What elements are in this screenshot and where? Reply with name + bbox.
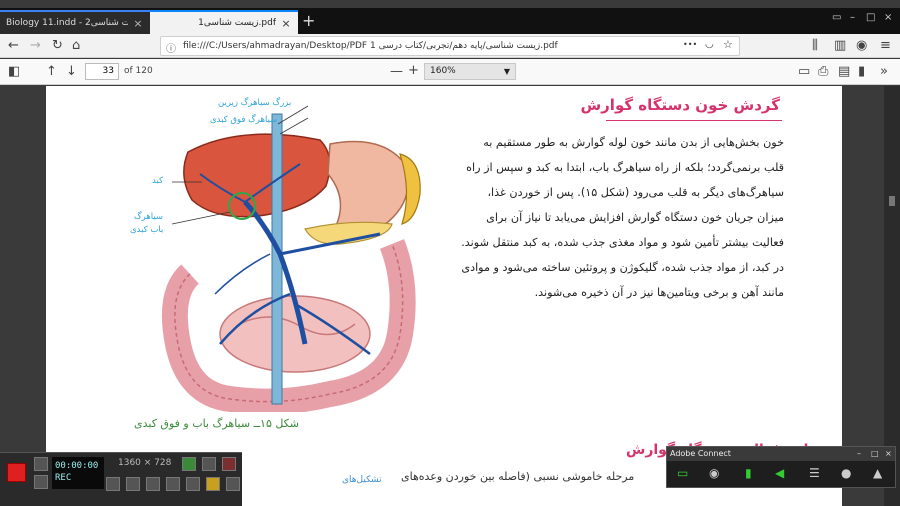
sidebar-icon[interactable]: ▥ bbox=[834, 38, 846, 53]
window-maximize-icon[interactable]: □ bbox=[866, 12, 875, 23]
page-actions-icon[interactable]: ••• bbox=[683, 40, 697, 49]
tab-biology-1[interactable]: زیست شناسی1.pdf × bbox=[150, 10, 298, 34]
microphone-icon[interactable] bbox=[126, 477, 140, 491]
speaker-icon[interactable] bbox=[106, 477, 120, 491]
label-hepatic-vein: سیاهرگ فوق کبدی bbox=[210, 115, 278, 125]
paragraph-line: مانند آهن و برخی ویتامین‌ها نیز در آن ذخ… bbox=[534, 286, 784, 299]
adobe-connect-panel: Adobe Connect – □ × ▭ ◉ ▮ ◀ ☰ ● ▲ bbox=[666, 446, 896, 488]
webcam-icon[interactable] bbox=[146, 477, 160, 491]
label-portal-vein-line1: سیاهرگ bbox=[134, 212, 164, 222]
reload-icon[interactable]: ↻ bbox=[52, 38, 63, 53]
window-minimize-icon[interactable]: – bbox=[850, 12, 855, 23]
chat-icon[interactable]: ● bbox=[841, 466, 851, 480]
tab-biology-11[interactable]: Biology 11.indd - زیست شناسی2.pdf × bbox=[0, 10, 150, 34]
paragraph-line: در کبد، از مواد جذب شده، گلیکوژن و پروتئ… bbox=[461, 261, 784, 274]
label-liver: کبد bbox=[152, 176, 164, 186]
close-recorder-icon[interactable] bbox=[222, 457, 236, 471]
scrollbar-thumb[interactable] bbox=[889, 196, 895, 206]
label-inferior-vena-cava: بزرگ سیاهرگ زیرین bbox=[218, 98, 292, 108]
paragraph-line: میزان جریان خون دستگاه گوارش افزایش می‌ی… bbox=[486, 211, 784, 224]
bookmark-star-icon[interactable]: ☆ bbox=[723, 38, 733, 51]
screen-recorder-panel: 00:00:00 REC 1360 × 728 bbox=[0, 452, 242, 506]
paragraph-line: سیاهرگ‌های دیگر به قلب می‌رود (شکل ۱۵). … bbox=[487, 186, 784, 199]
share-screen-icon[interactable]: ▭ bbox=[677, 466, 688, 480]
save-icon[interactable]: ▤ bbox=[838, 64, 850, 79]
attendees-icon[interactable]: ☰ bbox=[809, 466, 820, 480]
paragraph-line: قلب برنمی‌گردد؛ بلکه از راه سیاهرگ باب، … bbox=[466, 161, 784, 174]
section-title: گردش خون دستگاه گوارش bbox=[580, 96, 780, 114]
title-underline bbox=[606, 120, 782, 121]
settings-icon[interactable] bbox=[226, 477, 240, 491]
page-total: of 120 bbox=[124, 66, 153, 76]
tab-bar: Biology 11.indd - زیست شناسی2.pdf × زیست… bbox=[0, 8, 900, 34]
record-button[interactable] bbox=[7, 463, 26, 482]
adobe-connect-title: Adobe Connect bbox=[670, 449, 731, 458]
page-number-input[interactable]: 33 bbox=[85, 63, 119, 80]
webcam-icon[interactable]: ◉ bbox=[709, 466, 719, 480]
navigation-bar: ← → ↻ ⌂ ⓘ file:///C:/Users/ahmadrayan/De… bbox=[0, 34, 900, 58]
region-icon[interactable] bbox=[182, 457, 196, 471]
zoom-out-button[interactable]: — bbox=[390, 64, 403, 79]
zoom-in-button[interactable]: + bbox=[408, 63, 419, 78]
paragraph-line: خون بخش‌هایی از بدن مانند خون لوله گوارش… bbox=[483, 136, 784, 149]
new-tab-button[interactable]: + bbox=[302, 11, 315, 30]
tab-title: Biology 11.indd - زیست شناسی2.pdf bbox=[6, 18, 128, 28]
forward-icon[interactable]: → bbox=[30, 38, 41, 53]
screen: Biology 11.indd - زیست شناسی2.pdf × زیست… bbox=[0, 0, 900, 506]
chevron-down-icon: ▼ bbox=[503, 67, 510, 76]
maximize-icon[interactable]: □ bbox=[871, 447, 879, 461]
toggle-sidebar-icon[interactable]: ◧ bbox=[8, 64, 20, 79]
minimize-icon[interactable]: – bbox=[857, 447, 861, 461]
cursor-icon[interactable] bbox=[166, 477, 180, 491]
screen-icon[interactable] bbox=[34, 475, 48, 489]
pdf-page: بزرگ سیاهرگ زیرین سیاهرگ فوق کبدی کبد سی… bbox=[46, 86, 842, 506]
microphone-icon[interactable]: ▮ bbox=[745, 466, 752, 480]
tab-title: زیست شناسی1.pdf bbox=[198, 18, 276, 28]
tools-icon[interactable]: » bbox=[880, 64, 888, 79]
next-page-icon[interactable]: ↓ bbox=[66, 64, 77, 79]
address-bar[interactable]: ⓘ file:///C:/Users/ahmadrayan/Desktop/PD… bbox=[160, 36, 740, 56]
pdf-toolbar: ◧ ↑ ↓ 33 of 120 — + 160% ▼ ▭ ⎙ ▤ ▮ » bbox=[0, 59, 900, 85]
camera-icon[interactable] bbox=[34, 457, 48, 471]
paragraph-line: فعالیت بیشتر تأمین شود و مواد مغذی جذب ش… bbox=[461, 236, 784, 249]
folder-icon[interactable] bbox=[206, 477, 220, 491]
timer-status: REC bbox=[55, 473, 72, 483]
timer-value: 00:00:00 bbox=[55, 461, 99, 471]
raise-hand-icon[interactable]: ▲ bbox=[873, 466, 882, 480]
print-icon[interactable]: ⎙ bbox=[818, 64, 828, 79]
close-tab-icon[interactable]: × bbox=[280, 17, 292, 30]
page-info-icon[interactable]: ⓘ bbox=[166, 40, 176, 55]
zoom-select[interactable]: 160% ▼ bbox=[424, 63, 516, 80]
figure-caption: شکل ۱۵ــ سیاهرگ باب و فوق کبدی bbox=[134, 417, 299, 430]
zoom-value: 160% bbox=[430, 66, 456, 76]
pen-icon[interactable] bbox=[186, 477, 200, 491]
pocket-icon[interactable]: ◡ bbox=[705, 39, 714, 50]
account-icon[interactable]: ◉ bbox=[856, 38, 867, 53]
window-close-icon[interactable]: × bbox=[884, 12, 892, 23]
home-icon[interactable]: ⌂ bbox=[72, 38, 80, 53]
next-section-line: مرحله خاموشی نسبی (فاصله بین خوردن وعده‌… bbox=[401, 470, 635, 483]
recording-timer: 00:00:00 REC bbox=[52, 457, 104, 489]
side-note: تشکیل‌های bbox=[342, 475, 382, 485]
window-restore-icon[interactable]: ▭ bbox=[832, 12, 841, 23]
speaker-icon[interactable]: ◀ bbox=[775, 466, 784, 480]
scrollbar[interactable] bbox=[884, 86, 900, 506]
body-paragraph: خون بخش‌هایی از بدن مانند خون لوله گوارش… bbox=[436, 130, 784, 305]
adobe-connect-titlebar: Adobe Connect – □ × bbox=[667, 447, 895, 461]
presentation-mode-icon[interactable]: ▭ bbox=[798, 64, 810, 79]
pdf-viewer[interactable]: بزرگ سیاهرگ زیرین سیاهرگ فوق کبدی کبد سی… bbox=[0, 86, 900, 506]
library-icon[interactable]: ⫼ bbox=[812, 38, 818, 53]
digestive-circulation-figure: بزرگ سیاهرگ زیرین سیاهرگ فوق کبدی کبد سی… bbox=[130, 94, 430, 415]
close-icon[interactable]: × bbox=[885, 447, 892, 461]
url-text: file:///C:/Users/ahmadrayan/Desktop/PDF … bbox=[183, 41, 558, 51]
bookmark-icon[interactable]: ▮ bbox=[858, 64, 865, 79]
menu-icon[interactable]: ≡ bbox=[880, 38, 891, 53]
previous-page-icon[interactable]: ↑ bbox=[46, 64, 57, 79]
minimize-recorder-icon[interactable] bbox=[202, 457, 216, 471]
label-portal-vein-line2: باب کبدی bbox=[130, 225, 164, 235]
figure-illustration bbox=[161, 105, 421, 415]
capture-resolution: 1360 × 728 bbox=[118, 458, 172, 468]
close-tab-icon[interactable]: × bbox=[132, 17, 144, 30]
back-icon[interactable]: ← bbox=[8, 38, 19, 53]
